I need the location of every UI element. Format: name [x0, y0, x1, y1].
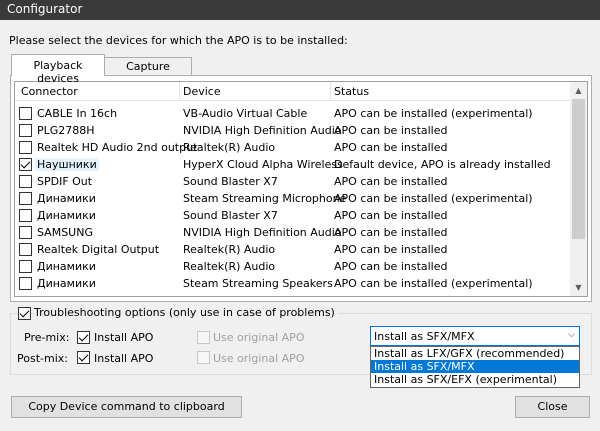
install-mode-option[interactable]: Install as LFX/GFX (recommended) [371, 347, 579, 360]
chevron-down-icon[interactable]: ⌵ [568, 330, 575, 340]
scroll-thumb[interactable] [572, 99, 585, 239]
table-row[interactable]: Динамики Sound Blaster X7 APO can be ins… [15, 207, 571, 224]
postmix-install-apo-checkbox[interactable] [77, 351, 90, 364]
window-title: Configurator [7, 2, 83, 16]
row-device: Sound Blaster X7 [183, 175, 278, 188]
row-device: Realtek(R) Audio [183, 260, 276, 273]
install-mode-option[interactable]: Install as SFX/MFX [371, 360, 579, 373]
close-button[interactable]: Close [515, 396, 590, 418]
row-checkbox[interactable] [19, 277, 32, 290]
row-device: Realtek(R) Audio [183, 141, 276, 154]
postmix-install-apo-label[interactable]: Install APO [94, 352, 153, 365]
vertical-scrollbar[interactable]: ▲ ▼ [570, 82, 587, 296]
row-connector: Realtek HD Audio 2nd output [37, 141, 198, 154]
postmix-label: Post-mix: [17, 352, 68, 365]
table-row[interactable]: SPDIF Out Sound Blaster X7 APO can be in… [15, 173, 571, 190]
row-checkbox[interactable] [19, 226, 32, 239]
premix-install-apo-checkbox[interactable] [77, 331, 90, 344]
row-status: APO can be installed [334, 209, 448, 222]
install-mode-value: Install as SFX/MFX [374, 330, 475, 343]
row-connector: Динамики [37, 277, 96, 290]
instruction-text: Please select the devices for which the … [9, 34, 348, 47]
row-status: APO can be installed [334, 226, 448, 239]
postmix-use-original-checkbox [197, 351, 210, 364]
row-connector: Наушники [35, 158, 99, 171]
row-status: APO can be installed [334, 124, 448, 137]
install-mode-option[interactable]: Install as SFX/EFX (experimental) [371, 373, 579, 386]
row-connector: SAMSUNG [37, 226, 93, 239]
row-status: Default device, APO is already installed [334, 158, 551, 171]
row-status: APO can be installed (experimental) [334, 192, 533, 205]
row-status: APO can be installed [334, 243, 448, 256]
device-list[interactable]: Connector Device Status CABLE In 16ch VB… [14, 81, 588, 297]
scroll-up-arrow-icon[interactable]: ▲ [570, 82, 587, 99]
row-device: Sound Blaster X7 [183, 209, 278, 222]
row-status: APO can be installed (experimental) [334, 277, 533, 290]
table-row[interactable]: Realtek HD Audio 2nd output Realtek(R) A… [15, 139, 571, 156]
row-device: VB-Audio Virtual Cable [183, 107, 308, 120]
postmix-use-original-label: Use original APO [213, 352, 305, 365]
row-connector: SPDIF Out [37, 175, 93, 188]
header-separator[interactable] [179, 82, 180, 101]
row-checkbox[interactable] [19, 192, 32, 205]
row-checkbox[interactable] [19, 209, 32, 222]
row-checkbox[interactable] [19, 260, 32, 273]
premix-use-original-checkbox [197, 331, 210, 344]
table-row[interactable]: Realtek Digital Output Realtek(R) Audio … [15, 241, 571, 258]
row-checkbox[interactable] [19, 107, 32, 120]
header-device[interactable]: Device [183, 85, 221, 98]
tab-playback-devices[interactable]: Playback devices [11, 54, 105, 85]
premix-install-apo-label[interactable]: Install APO [94, 331, 153, 344]
copy-device-command-button[interactable]: Copy Device command to clipboard [11, 396, 242, 418]
table-row[interactable]: Динамики Steam Streaming Speakers APO ca… [15, 275, 571, 292]
row-connector: CABLE In 16ch [37, 107, 118, 120]
troubleshooting-label[interactable]: Troubleshooting options (only use in cas… [34, 306, 338, 319]
row-connector: PLG2788H [37, 124, 95, 137]
table-row[interactable]: PLG2788H NVIDIA High Definition Audio AP… [15, 122, 571, 139]
table-row[interactable]: Динамики Realtek(R) Audio APO can be ins… [15, 258, 571, 275]
row-connector: Динамики [37, 192, 96, 205]
row-device: Realtek(R) Audio [183, 243, 276, 256]
header-connector[interactable]: Connector [21, 85, 78, 98]
row-device: Steam Streaming Microphone [183, 192, 347, 205]
install-mode-dropdown[interactable]: Install as LFX/GFX (recommended) Install… [370, 346, 580, 388]
row-checkbox[interactable] [19, 124, 32, 137]
tab-capture-devices[interactable]: Capture devices [105, 57, 192, 86]
row-checkbox[interactable] [19, 243, 32, 256]
row-device: HyperX Cloud Alpha Wireless [183, 158, 343, 171]
row-status: APO can be installed [334, 141, 448, 154]
list-header: Connector Device Status [15, 82, 571, 101]
row-status: APO can be installed (experimental) [334, 107, 533, 120]
table-row[interactable]: Наушники HyperX Cloud Alpha Wireless Def… [15, 156, 571, 173]
row-device: NVIDIA High Definition Audio [183, 226, 342, 239]
row-status: APO can be installed [334, 175, 448, 188]
troubleshooting-checkbox[interactable] [18, 307, 31, 320]
install-mode-select[interactable]: Install as SFX/MFX ⌵ [370, 326, 580, 346]
table-row[interactable]: SAMSUNG NVIDIA High Definition Audio APO… [15, 224, 571, 241]
row-status: APO can be installed [334, 260, 448, 273]
row-connector: Динамики [37, 260, 96, 273]
header-separator[interactable] [330, 82, 331, 101]
row-checkbox[interactable] [19, 158, 32, 171]
premix-use-original-label: Use original APO [213, 331, 305, 344]
premix-label: Pre-mix: [24, 331, 70, 344]
row-device: NVIDIA High Definition Audio [183, 124, 342, 137]
title-bar: Configurator [0, 0, 600, 20]
row-checkbox[interactable] [19, 175, 32, 188]
table-row[interactable]: CABLE In 16ch VB-Audio Virtual Cable APO… [15, 105, 571, 122]
row-connector: Динамики [37, 209, 96, 222]
table-row[interactable]: Динамики Steam Streaming Microphone APO … [15, 190, 571, 207]
row-device: Steam Streaming Speakers [183, 277, 333, 290]
scroll-down-arrow-icon[interactable]: ▼ [570, 279, 587, 296]
row-connector: Realtek Digital Output [37, 243, 160, 256]
row-checkbox[interactable] [19, 141, 32, 154]
header-status[interactable]: Status [334, 85, 369, 98]
